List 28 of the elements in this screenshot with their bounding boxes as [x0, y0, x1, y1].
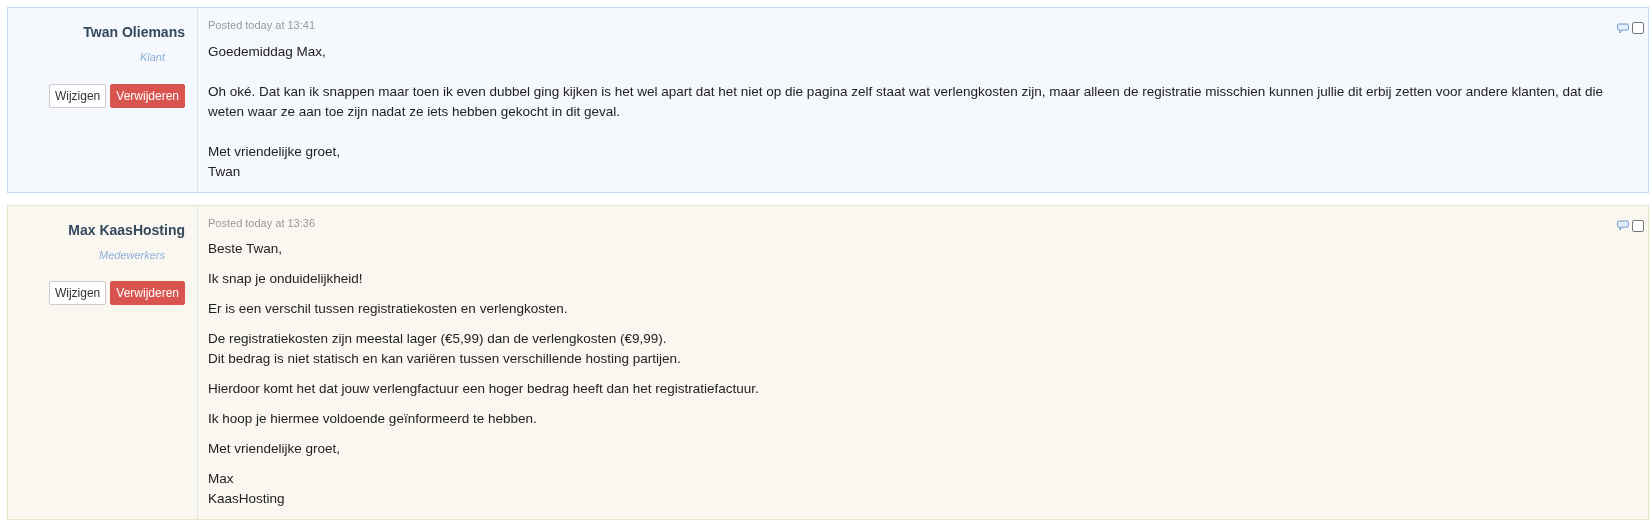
author-role: Medewerkers [98, 247, 165, 263]
message-text: Max [208, 470, 235, 488]
message-text: Dit bedrag is niet statisch en kan variëren tussen verschillende hosting partijen. [208, 350, 682, 368]
message-text: Met vriendelijke groet, [208, 142, 342, 161]
message-text: Twan [208, 162, 242, 181]
delete-button[interactable]: Verwijderen [110, 83, 185, 108]
delete-button[interactable]: Verwijderen [110, 281, 185, 305]
edit-button[interactable]: Wijzigen [48, 83, 107, 108]
select-checkbox[interactable] [1632, 22, 1644, 34]
message-text: KaasHosting [208, 490, 286, 508]
message-text: Met vriendelijke groet, [208, 440, 342, 458]
post-timestamp: Posted today at 13:36 [208, 215, 317, 231]
author-name: Max KaasHosting [68, 220, 185, 240]
message-text: De registratiekosten zijn meestal lager (€5,99) dan de verlengkosten (€9,99). [208, 330, 668, 348]
message-text: Oh oké. Dat kan ik snappen maar toen ik even dubbel ging kijken is het wel apart dat het niet op die pagina zelf staat wat verlengkosten zijn, maar alleen de registratie misschien kunnen jullie dit erbij zetten voor andere klanten, dat die weten waar ze aan toe zijn nadat ze iets hebben gekocht in dit geval. [208, 82, 1605, 121]
message-text: Ik snap je onduidelijkheid! [208, 270, 364, 288]
message-text: Goedemiddag Max, [208, 42, 327, 61]
select-checkbox[interactable] [1632, 219, 1644, 232]
speech-bubble-icon[interactable] [1617, 22, 1629, 34]
author-name: Twan Oliemans [83, 23, 185, 42]
post-timestamp: Posted today at 13:41 [208, 18, 317, 33]
message-text: Hierdoor komt het dat jouw verlengfactuur een hoger bedrag heeft dan het registratiefactuur. [208, 380, 760, 398]
author-role: Klant [139, 50, 165, 65]
edit-button[interactable]: Wijzigen [48, 281, 107, 305]
message-text: Ik hoop je hiermee voldoende geïnformeerd te hebben. [208, 410, 538, 428]
speech-bubble-icon[interactable] [1617, 220, 1629, 231]
message-text: Beste Twan, [208, 240, 284, 258]
message-text: Er is een verschil tussen registratiekosten en verlengkosten. [208, 300, 569, 318]
